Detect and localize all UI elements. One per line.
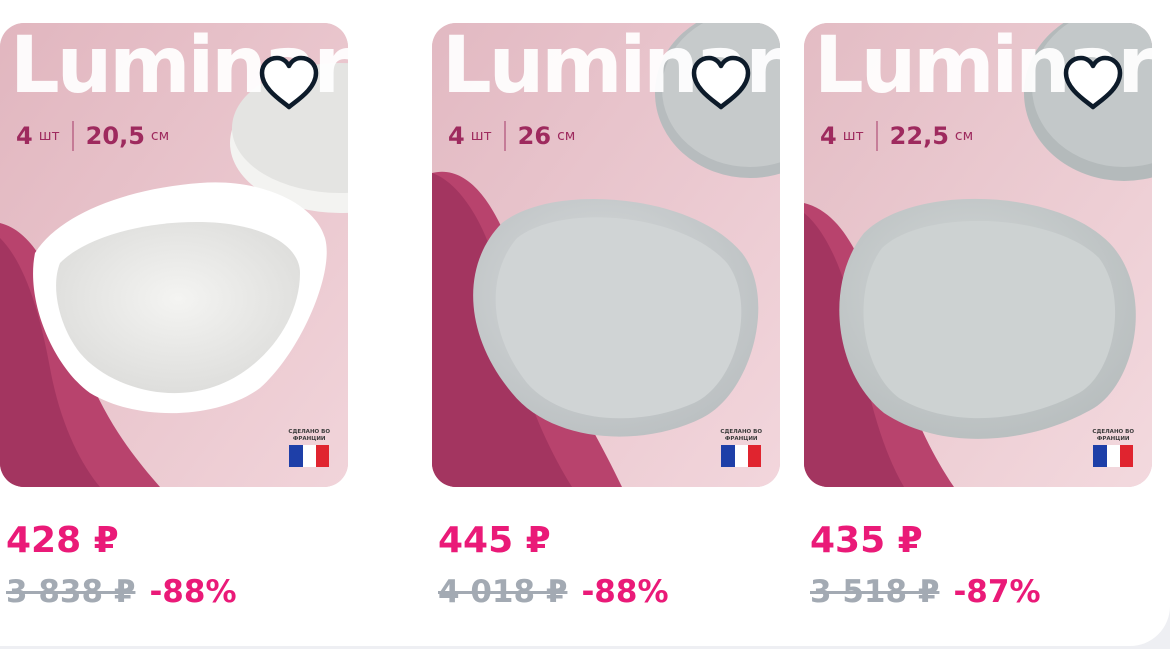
quantity-value: 4 [16, 122, 33, 150]
france-flag-icon [1093, 445, 1134, 467]
made-in-badge: СДЕЛАНО ВО ФРАНЦИИ [720, 429, 762, 467]
product-image[interactable]: Luminarc 4 шт 22,5 см СДЕЛАНО ВО ФРАНЦИИ [804, 23, 1152, 487]
product-specs: 4 шт 26 см [448, 121, 575, 151]
made-in-line1: СДЕЛАНО ВО [720, 429, 762, 436]
quantity-unit: шт [38, 128, 60, 144]
old-price-row: 4 018 ₽ -88% [438, 577, 780, 608]
current-price: 445 ₽ [438, 520, 551, 561]
product-card[interactable]: Luminarc 4 шт 22,5 см СДЕЛАНО ВО ФРАНЦИИ… [804, 23, 1152, 608]
favorite-button[interactable] [254, 49, 324, 119]
made-in-badge: СДЕЛАНО ВО ФРАНЦИИ [288, 429, 330, 467]
heart-icon [691, 55, 751, 110]
heart-icon [259, 55, 319, 110]
product-image[interactable]: Luminarc 4 шт 20,5 см СДЕЛАНО ВО ФРАНЦИИ [0, 23, 348, 487]
quantity-value: 4 [448, 122, 465, 150]
made-in-badge: СДЕЛАНО ВО ФРАНЦИИ [1092, 429, 1134, 467]
size-unit: см [557, 128, 576, 144]
product-specs: 4 шт 22,5 см [820, 121, 973, 151]
size-value: 20,5 [85, 122, 145, 150]
size-value: 26 [517, 122, 552, 150]
made-in-line2: ФРАНЦИИ [724, 435, 758, 442]
size-unit: см [150, 128, 170, 144]
made-in-line2: ФРАНЦИИ [1096, 435, 1130, 442]
old-price-row: 3 838 ₽ -88% [6, 577, 348, 608]
made-in-line2: ФРАНЦИИ [292, 435, 326, 442]
heart-icon [1063, 55, 1123, 110]
spec-divider [503, 121, 506, 151]
france-flag-icon [721, 445, 762, 467]
favorite-button[interactable] [1058, 49, 1128, 119]
current-price: 428 ₽ [6, 520, 119, 561]
discount-badge: -88% [149, 574, 237, 610]
size-value: 22,5 [889, 122, 949, 150]
discount-badge: -87% [953, 574, 1041, 610]
quantity-unit: шт [470, 128, 492, 144]
favorite-button[interactable] [686, 49, 756, 119]
quantity-unit: шт [842, 128, 864, 144]
france-flag-icon [289, 445, 330, 467]
old-price: 3 838 ₽ [6, 574, 136, 610]
spec-divider [71, 121, 74, 151]
size-unit: см [954, 128, 974, 144]
product-card[interactable]: Luminarc 4 шт 26 см СДЕЛАНО ВО ФРАНЦИИ 4… [432, 23, 780, 608]
made-in-line1: СДЕЛАНО ВО [288, 429, 330, 436]
discount-badge: -88% [581, 574, 669, 610]
old-price-row: 3 518 ₽ -87% [810, 577, 1152, 608]
product-specs: 4 шт 20,5 см [16, 121, 169, 151]
spec-divider [875, 121, 878, 151]
quantity-value: 4 [820, 122, 837, 150]
old-price: 3 518 ₽ [810, 574, 940, 610]
current-price: 435 ₽ [810, 520, 923, 561]
old-price: 4 018 ₽ [438, 574, 568, 610]
made-in-line1: СДЕЛАНО ВО [1092, 429, 1134, 436]
product-image[interactable]: Luminarc 4 шт 26 см СДЕЛАНО ВО ФРАНЦИИ [432, 23, 780, 487]
product-card[interactable]: Luminarc 4 шт 20,5 см СДЕЛАНО ВО ФРАНЦИИ… [0, 23, 348, 608]
